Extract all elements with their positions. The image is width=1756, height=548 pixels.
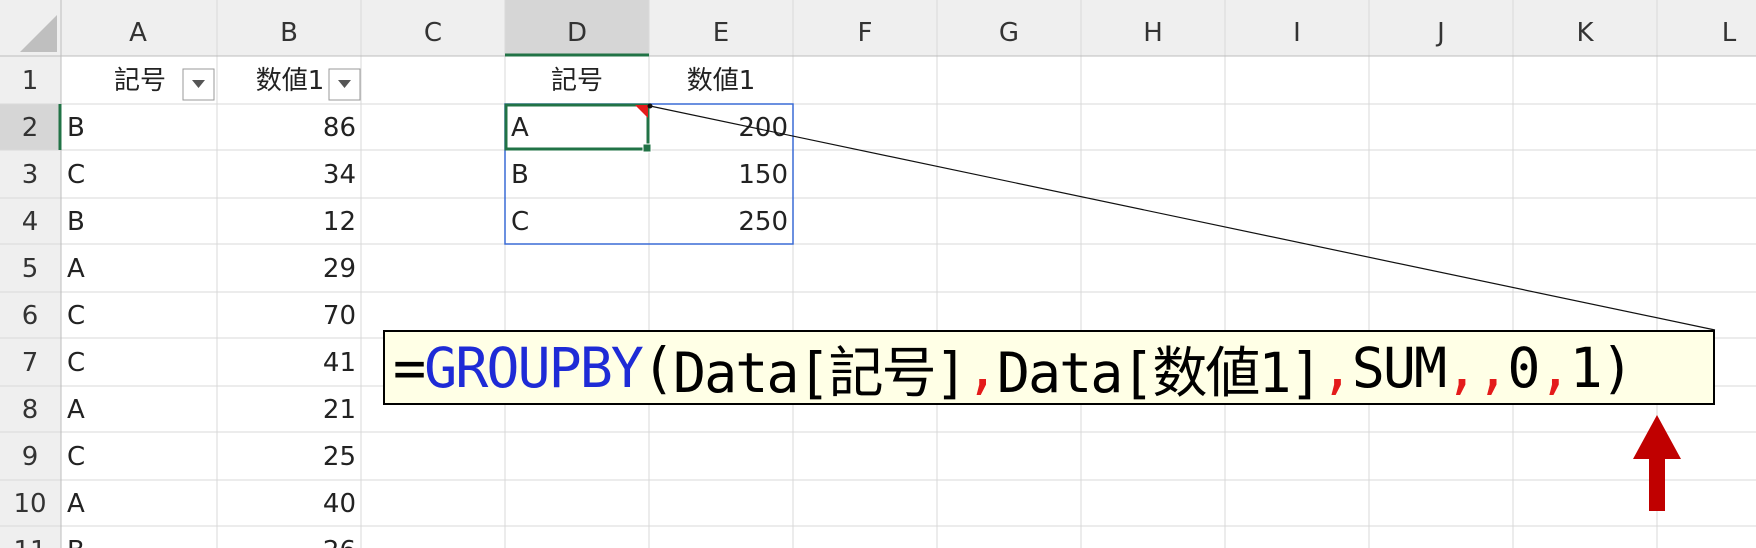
column-header-f[interactable]: F: [858, 18, 873, 48]
formula-separator: ,: [1445, 335, 1478, 400]
red-up-arrow-icon: [1633, 415, 1681, 511]
row-header-8[interactable]: 8: [22, 395, 39, 425]
formula-callout: = GROUPBY(Data[記号], Data[数値1], SUM,, 0, 1): [383, 330, 1715, 405]
result-cell-value[interactable]: 200: [738, 113, 788, 143]
table-header-value1: 数値1: [256, 66, 325, 96]
cell-value[interactable]: 86: [323, 113, 356, 143]
cell-symbol[interactable]: A: [67, 489, 85, 519]
row-header-2[interactable]: 2: [22, 113, 39, 143]
table-header-symbol: 記号: [114, 66, 166, 96]
row-header-5[interactable]: 5: [22, 254, 39, 284]
column-header-g[interactable]: G: [999, 18, 1019, 48]
formula-separator: ,: [1320, 335, 1354, 400]
cell-value[interactable]: 12: [323, 207, 356, 237]
column-header-a[interactable]: A: [129, 18, 147, 48]
result-cell-symbol[interactable]: C: [511, 207, 529, 237]
formula-arg-array: Data[記号]: [673, 340, 968, 405]
column-header-d[interactable]: D: [567, 18, 587, 48]
column-header-c[interactable]: C: [424, 18, 442, 48]
spreadsheet-grid: ABCDEFGHIJKL1234567891011記号数値1B86C34B12A…: [0, 0, 1756, 548]
row-header-9[interactable]: 9: [22, 442, 39, 472]
cell-symbol[interactable]: C: [67, 160, 85, 190]
column-header-bar: [0, 0, 1756, 56]
cell-value[interactable]: 21: [323, 395, 356, 425]
cell-value[interactable]: 41: [323, 348, 356, 378]
callout-leader-line: [649, 105, 1716, 331]
cell-value[interactable]: 29: [323, 254, 356, 284]
cell-symbol[interactable]: C: [67, 442, 85, 472]
column-header-e[interactable]: E: [713, 18, 729, 48]
column-header-b[interactable]: B: [280, 18, 298, 48]
row-header-10[interactable]: 10: [13, 489, 46, 519]
result-cell-value[interactable]: 150: [738, 160, 788, 190]
formula-open-paren: (: [641, 335, 675, 400]
cell-symbol[interactable]: C: [67, 348, 85, 378]
cell-value[interactable]: 26: [323, 536, 356, 548]
cell-value[interactable]: 40: [323, 489, 356, 519]
formula-separator: ,: [965, 335, 999, 400]
cell-symbol[interactable]: B: [67, 207, 85, 237]
result-header-value1: 数値1: [687, 66, 756, 96]
result-cell-value[interactable]: 250: [738, 207, 788, 237]
column-header-j[interactable]: J: [1435, 18, 1445, 48]
cell-value[interactable]: 34: [323, 160, 356, 190]
row-header-6[interactable]: 6: [22, 301, 39, 331]
cell-symbol[interactable]: B: [67, 536, 85, 548]
cell-symbol[interactable]: A: [67, 254, 85, 284]
column-header-i[interactable]: I: [1293, 18, 1301, 48]
formula-arg-sort-order: 1: [1569, 335, 1603, 400]
row-header-3[interactable]: 3: [22, 160, 39, 190]
column-header-l[interactable]: L: [1722, 18, 1737, 48]
cell-symbol[interactable]: A: [67, 395, 85, 425]
cell-value[interactable]: 70: [323, 301, 356, 331]
formula-close-paren: ): [1600, 335, 1634, 400]
result-cell-symbol[interactable]: A: [511, 113, 529, 143]
cell-symbol[interactable]: B: [67, 113, 85, 143]
column-header-h[interactable]: H: [1143, 18, 1163, 48]
formula-arg-values: Data[数値1]: [996, 340, 1323, 405]
result-header-symbol: 記号: [551, 66, 603, 96]
row-header-7[interactable]: 7: [22, 348, 39, 378]
row-header-4[interactable]: 4: [22, 207, 39, 237]
row-header-1[interactable]: 1: [22, 66, 39, 96]
formula-function-name: GROUPBY: [424, 335, 644, 400]
formula-equals: =: [393, 335, 426, 400]
fill-handle[interactable]: [642, 143, 652, 153]
column-header-k[interactable]: K: [1576, 18, 1594, 48]
formula-arg-function: SUM: [1351, 335, 1447, 400]
formula-separator: ,: [1538, 335, 1572, 400]
cell-value[interactable]: 25: [323, 442, 356, 472]
formula-arg-total-depth: 0: [1507, 335, 1540, 400]
formula-separator: ,: [1476, 335, 1509, 400]
comment-indicator-icon: [635, 105, 648, 118]
row-header-11[interactable]: 11: [13, 536, 46, 548]
result-cell-symbol[interactable]: B: [511, 160, 529, 190]
cell-symbol[interactable]: C: [67, 301, 85, 331]
callout-leader-dot: [647, 103, 653, 109]
